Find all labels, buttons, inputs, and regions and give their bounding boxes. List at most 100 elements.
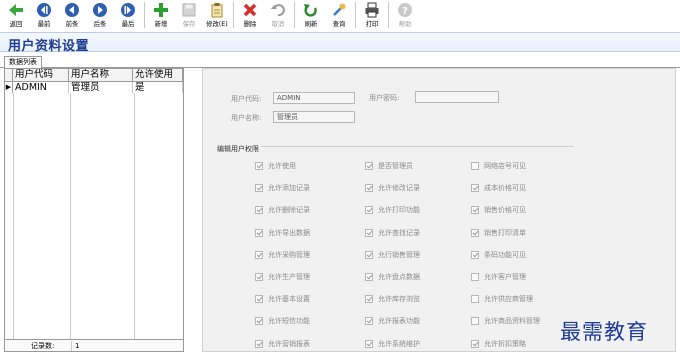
back-button[interactable]: 返回 [4,0,28,31]
permission-checkbox[interactable]: 允许添加记录 [255,183,310,193]
title-bar: 用户资料设置 [0,32,680,54]
checkbox-box[interactable] [365,184,373,193]
toolbar-separator [355,2,356,28]
checkbox-box[interactable] [255,206,263,215]
cell-allowed[interactable]: 是 [133,82,183,93]
user-list-grid[interactable]: 用户代码 用户名称 允许使用 ▶ ADMIN 管理员 是 记录数: 1 [4,68,184,352]
permission-checkbox[interactable]: 允许供应商管理 [471,294,533,304]
column-header-user-code[interactable]: 用户代码 [13,69,69,82]
help-icon: ? [398,3,412,17]
permission-checkbox[interactable]: 成本价格可见 [471,183,526,193]
previous-record-button[interactable]: 前条 [60,0,84,31]
permission-checkbox[interactable]: 允许盘点数据 [365,272,420,282]
save-button[interactable]: 保存 [177,0,201,31]
last-record-button[interactable]: 最后 [116,0,140,31]
add-button[interactable]: 新增 [149,0,173,31]
user-code-field[interactable]: ADMIN [273,92,355,104]
permission-checkbox[interactable]: 网络店号可见 [471,161,526,171]
permission-checkbox[interactable]: 允许基本设置 [255,294,310,304]
checkbox-box[interactable] [365,295,373,304]
checkbox-box[interactable] [365,339,373,348]
checkbox-box[interactable] [255,184,263,193]
permission-checkbox[interactable]: 允行销售管理 [365,250,420,260]
checkbox-box[interactable] [471,339,479,348]
first-record-icon [37,3,51,17]
checkbox-box[interactable] [255,295,263,304]
grid-column-line [70,93,71,339]
permission-checkbox[interactable]: 允许使用 [255,161,296,171]
permission-label: 允许供应商管理 [484,295,533,304]
checkbox-box[interactable] [365,162,373,170]
permission-checkbox[interactable]: 允许删除记录 [255,205,310,215]
checkbox-box[interactable] [471,250,479,259]
refresh-icon [304,4,317,17]
permission-checkbox[interactable]: 销售打印清单 [471,228,526,238]
permission-checkbox[interactable]: 允许打印功能 [365,205,420,215]
permission-checkbox[interactable]: 允许报表功能 [365,316,420,326]
permission-checkbox[interactable]: 条码功能可见 [471,250,526,260]
checkbox-box[interactable] [255,273,263,281]
column-header-user-name[interactable]: 用户名称 [69,69,133,82]
checkbox-box[interactable] [255,317,263,326]
checkbox-box[interactable] [255,339,263,348]
delete-button[interactable]: 删除 [238,0,262,31]
checkbox-box[interactable] [471,295,479,304]
checkbox-box[interactable] [471,206,479,215]
permission-label: 网络店号可见 [484,162,526,170]
column-header-allowed[interactable]: 允许使用 [133,69,183,82]
checkbox-box[interactable] [255,162,263,170]
help-button[interactable]: ? 帮助 [393,0,417,31]
permission-checkbox[interactable]: 允许营销报表 [255,339,310,349]
save-icon [182,3,196,17]
permission-checkbox[interactable]: 是否管理员 [365,161,413,171]
cell-user-name[interactable]: 管理员 [69,82,133,93]
first-record-label: 最前 [37,20,51,28]
checkbox-box[interactable] [365,228,373,237]
next-record-button[interactable]: 后条 [88,0,112,31]
undo-button[interactable]: 取消 [266,0,290,31]
permission-checkbox[interactable]: 允许商品资料管理 [471,316,540,326]
refresh-button[interactable]: 刷新 [299,0,323,31]
permission-checkbox[interactable]: 允许修改记录 [365,183,420,193]
edit-button[interactable]: 修改(E) [205,0,229,31]
checkbox-box[interactable] [471,184,479,193]
print-button[interactable]: 打印 [360,0,384,31]
permission-label: 允许客户管理 [484,273,526,281]
toolbar-separator [294,2,295,28]
row-indicator-header [5,69,13,82]
permission-checkbox[interactable]: 允许折扣策略 [471,339,526,349]
checkbox-box[interactable] [471,273,479,281]
checkbox-box[interactable] [471,228,479,237]
tab-strip: 数据列表 [0,56,680,68]
permission-checkbox[interactable]: 允许短信功能 [255,316,310,326]
permission-label: 允许商品资料管理 [484,317,540,326]
tab-data-list[interactable]: 数据列表 [4,56,42,68]
permission-checkbox[interactable]: 允许查找记录 [365,228,420,238]
permission-checkbox[interactable]: 允许采购管理 [255,250,310,260]
first-record-button[interactable]: 最前 [32,0,56,31]
permission-label: 允许生产管理 [268,273,310,281]
permission-checkbox[interactable]: 允许库存浏览 [365,294,420,304]
checkbox-box[interactable] [365,317,373,326]
permission-label: 允许系统维护 [378,339,420,348]
password-field[interactable] [415,91,499,103]
checkbox-box[interactable] [365,250,373,259]
permissions-title: 编辑用户权限 [215,144,261,154]
checkbox-box[interactable] [255,250,263,259]
checkbox-box[interactable] [471,317,479,326]
permission-checkbox[interactable]: 允许系统维护 [365,339,420,349]
permission-checkbox[interactable]: 销售价格可见 [471,205,526,215]
table-row[interactable]: ▶ ADMIN 管理员 是 [5,82,183,93]
checkbox-box[interactable] [471,162,479,170]
next-record-icon [93,3,107,17]
checkbox-box[interactable] [365,273,373,281]
user-name-field[interactable]: 管理员 [273,111,355,123]
checkbox-box[interactable] [365,206,373,215]
permission-checkbox[interactable]: 允许生产管理 [255,272,310,282]
user-name-label: 用户名称: [231,114,262,122]
permission-checkbox[interactable]: 允许导出数据 [255,228,310,238]
cell-user-code[interactable]: ADMIN [13,82,69,93]
query-button[interactable]: 查询 [327,0,351,31]
permission-checkbox[interactable]: 允许客户管理 [471,272,526,282]
checkbox-box[interactable] [255,228,263,237]
